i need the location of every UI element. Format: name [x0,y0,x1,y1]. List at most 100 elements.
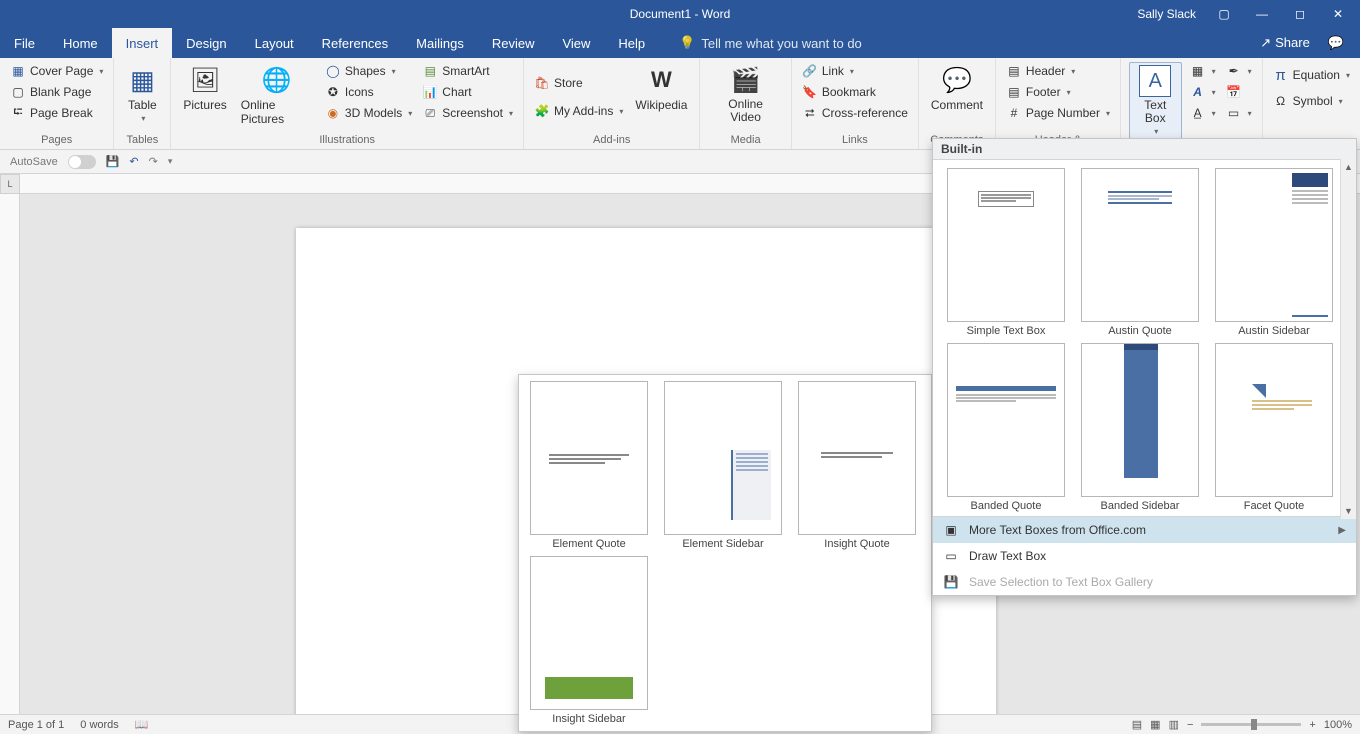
user-name[interactable]: Sally Slack [1137,7,1196,21]
page-break-button[interactable]: ⮓Page Break [8,104,105,122]
pictures-button[interactable]: 🖼Pictures [179,62,230,132]
equation-button[interactable]: πEquation [1271,66,1352,84]
3d-models-icon: ◉ [325,105,341,121]
tab-selector[interactable]: L [0,174,20,194]
chart-button[interactable]: 📊Chart [420,83,515,101]
redo-button[interactable]: ↷ [149,155,158,168]
qat-customize[interactable]: ▾ [168,156,173,167]
icons-button[interactable]: ✪Icons [323,83,414,101]
gallery-item-banded-sidebar[interactable]: Banded Sidebar [1075,343,1205,512]
tab-review[interactable]: Review [478,28,549,58]
autosave-toggle[interactable] [68,155,96,169]
page-status[interactable]: Page 1 of 1 [8,719,64,731]
object-icon: ▭ [1226,105,1242,121]
link-button[interactable]: 🔗Link [800,62,910,80]
group-links-label: Links [800,132,910,149]
group-text: A Text Box ▦ A A̲ ✒ 📅 ▭ [1121,58,1263,149]
minimize-button[interactable]: — [1252,7,1272,21]
quick-parts-icon: ▦ [1190,63,1206,79]
gallery-item-element-quote[interactable]: Element Quote [525,381,653,550]
tab-design[interactable]: Design [172,28,240,58]
gallery-item-element-sidebar[interactable]: Element Sidebar [659,381,787,550]
tab-layout[interactable]: Layout [241,28,308,58]
store-button[interactable]: 🛍Store [532,74,625,92]
save-selection-menu: 💾 Save Selection to Text Box Gallery [933,569,1356,595]
table-button[interactable]: ▦ Table [122,62,162,132]
tell-me-search[interactable]: 💡 Tell me what you want to do [659,28,862,58]
my-addins-button[interactable]: 🧩My Add-ins [532,102,625,120]
gallery-item-insight-quote[interactable]: Insight Quote [793,381,921,550]
undo-button[interactable]: ↶ [129,155,138,168]
tab-references[interactable]: References [308,28,402,58]
shapes-icon: ◯ [325,63,341,79]
blank-page-icon: ▢ [10,84,26,100]
group-symbols: πEquation ΩSymbol [1263,58,1360,149]
tab-file[interactable]: File [0,28,49,58]
online-video-button[interactable]: 🎬Online Video [708,62,782,132]
smartart-button[interactable]: ▤SmartArt [420,62,515,80]
scroll-down-icon[interactable]: ▼ [1341,503,1356,519]
view-web-layout[interactable]: ▥ [1169,718,1179,731]
group-illustrations-label: Illustrations [179,132,515,149]
zoom-out-button[interactable]: − [1187,719,1193,731]
shapes-button[interactable]: ◯Shapes [323,62,414,80]
tab-view[interactable]: View [548,28,604,58]
tab-insert[interactable]: Insert [112,28,173,58]
save-button[interactable]: 💾 [106,155,120,168]
gallery-item-facet-quote[interactable]: Facet Quote [1209,343,1339,512]
close-button[interactable]: ✕ [1328,7,1348,21]
cross-reference-button[interactable]: ⮂Cross-reference [800,104,910,122]
bookmark-button[interactable]: 🔖Bookmark [800,83,910,101]
gallery-item-austin-sidebar[interactable]: Austin Sidebar [1209,168,1339,337]
comments-pane-icon[interactable]: 💬 [1328,35,1344,51]
tab-help[interactable]: Help [604,28,659,58]
tab-mailings[interactable]: Mailings [402,28,478,58]
view-print-layout[interactable]: ▦ [1150,718,1160,731]
scroll-up-icon[interactable]: ▲ [1341,159,1356,175]
footer-button[interactable]: ▤Footer [1004,83,1112,101]
3d-models-button[interactable]: ◉3D Models [323,104,414,122]
text-box-button[interactable]: A Text Box [1129,62,1182,139]
more-textboxes-menu[interactable]: ▣ More Text Boxes from Office.com ▶ [933,517,1356,543]
gallery-item-austin-quote[interactable]: Austin Quote [1075,168,1205,337]
gallery-item-insight-sidebar[interactable]: Insight Sidebar [525,556,653,725]
maximize-button[interactable]: ◻ [1290,7,1310,21]
symbol-button[interactable]: ΩSymbol [1271,92,1352,110]
zoom-in-button[interactable]: + [1309,719,1315,731]
wikipedia-button[interactable]: WWikipedia [631,62,691,132]
zoom-level[interactable]: 100% [1324,719,1352,731]
pictures-icon: 🖼 [189,64,221,96]
gallery-item-banded-quote[interactable]: Banded Quote [941,343,1071,512]
zoom-slider[interactable] [1201,723,1301,726]
screenshot-button[interactable]: ⎚Screenshot [420,104,515,122]
gallery-label: Element Sidebar [682,538,763,550]
autosave-label: AutoSave [10,156,58,168]
quick-parts-button[interactable]: ▦ [1188,62,1218,80]
group-comments: 💬Comment Comments [919,58,996,149]
blank-page-button[interactable]: ▢Blank Page [8,83,105,101]
signature-line-button[interactable]: ✒ [1224,62,1254,80]
gallery-scrollbar[interactable]: ▲ ▼ [1340,159,1356,519]
online-pictures-button[interactable]: 🌐Online Pictures [237,62,317,132]
vertical-ruler[interactable] [0,194,20,714]
object-button[interactable]: ▭ [1224,104,1254,122]
word-count[interactable]: 0 words [80,719,119,731]
header-button[interactable]: ▤Header [1004,62,1112,80]
wordart-button[interactable]: A [1188,83,1218,101]
cover-page-button[interactable]: ▦Cover Page [8,62,105,80]
ribbon-display-icon[interactable]: ▢ [1214,7,1234,21]
view-read-mode[interactable]: ▤ [1132,718,1142,731]
menu-label: Draw Text Box [969,549,1046,563]
comment-button[interactable]: 💬Comment [927,62,987,132]
gallery-item-simple-text-box[interactable]: Simple Text Box [941,168,1071,337]
bookmark-icon: 🔖 [802,84,818,100]
date-time-button[interactable]: 📅 [1224,83,1254,101]
spellcheck-icon[interactable]: 📖 [135,718,149,731]
page-number-button[interactable]: #Page Number [1004,104,1112,122]
tell-me-label: Tell me what you want to do [701,36,861,51]
share-button[interactable]: ↗Share [1260,35,1310,51]
tab-home[interactable]: Home [49,28,112,58]
group-links: 🔗Link 🔖Bookmark ⮂Cross-reference Links [792,58,919,149]
drop-cap-button[interactable]: A̲ [1188,104,1218,122]
draw-textbox-menu[interactable]: ▭ Draw Text Box [933,543,1356,569]
